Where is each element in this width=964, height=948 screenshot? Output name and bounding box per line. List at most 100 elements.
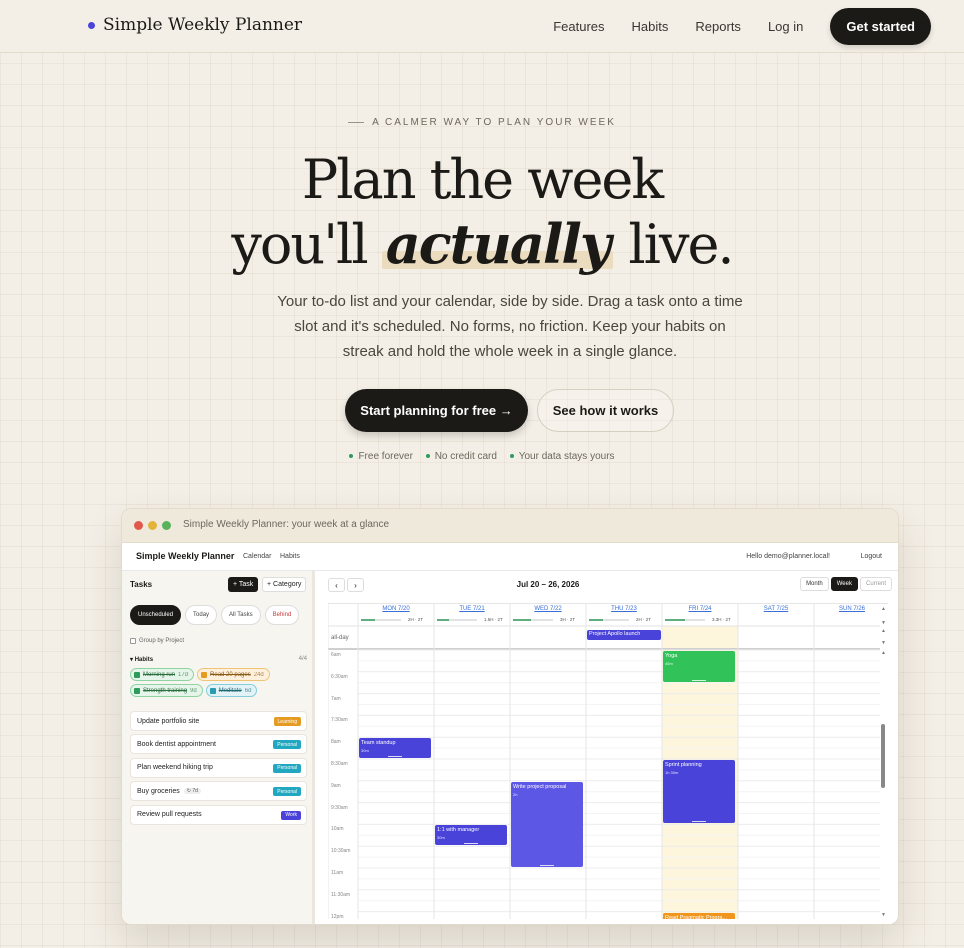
day-header[interactable]: THU 7/23 <box>586 606 662 612</box>
day-header[interactable]: WED 7/22 <box>510 606 586 612</box>
week-calendar: ‹ › Jul 20 – 26, 2026 Month Week Current… <box>318 571 898 924</box>
app-nav-calendar[interactable]: Calendar <box>243 553 271 560</box>
scroll-up-arrow-icon[interactable]: ▲ <box>881 628 886 634</box>
calendar-event[interactable]: 1:1 with manager 30m <box>435 825 507 846</box>
calendar-scrollbar[interactable] <box>881 724 885 788</box>
hour-label: 11:30am <box>331 891 351 898</box>
event-duration: 30m <box>437 835 445 841</box>
checkbox-checked-icon[interactable] <box>209 687 216 694</box>
scroll-down-arrow-icon[interactable]: ▼ <box>881 640 886 646</box>
view-current[interactable]: Current <box>859 577 892 591</box>
see-how-it-works-button[interactable]: See how it works <box>537 389 674 432</box>
app-brand[interactable]: Simple Weekly Planner <box>136 551 234 561</box>
event-title: Sprint planning <box>665 762 702 768</box>
calendar-event[interactable]: Yoga 45m <box>663 651 735 682</box>
title-pre: you'll <box>231 213 368 276</box>
task-item[interactable]: Book dentist appointment Personal <box>130 734 307 755</box>
view-week[interactable]: Week <box>830 577 858 591</box>
perk-text: No credit card <box>434 451 497 462</box>
add-task-button[interactable]: + Task <box>228 577 259 592</box>
day-header[interactable]: FRI 7/24 <box>662 606 738 612</box>
hour-label: 7:30am <box>331 717 348 724</box>
hour-label: 10am <box>331 826 344 833</box>
habit-name: Strength training <box>143 687 188 694</box>
group-by-project-toggle[interactable]: Group by Project <box>130 638 184 644</box>
nav-link-reports[interactable]: Reports <box>695 19 741 34</box>
hero-subtitle: Your to-do list and your calendar, side … <box>277 293 743 360</box>
checkbox-icon[interactable] <box>130 638 136 644</box>
start-planning-button[interactable]: Start planning for free → <box>345 389 528 432</box>
nav-link-habits[interactable]: Habits <box>632 19 669 34</box>
checkbox-checked-icon[interactable] <box>134 671 140 678</box>
get-started-button[interactable]: Get started <box>830 8 931 45</box>
task-title: Plan weekend hiking trip <box>137 764 213 772</box>
scroll-down-arrow-icon[interactable]: ▼ <box>881 912 886 918</box>
task-sidebar: Tasks + Task + Category Unscheduled Toda… <box>122 571 315 924</box>
day-header[interactable]: MON 7/20 <box>358 606 434 612</box>
day-load-summary: 2H · 2T <box>408 617 424 622</box>
habit-list: Morning run 17d Read 20 pages 24d Strength t… <box>130 668 310 697</box>
nav-link-features[interactable]: Features <box>553 19 604 34</box>
day-header[interactable]: SUN 7/26 <box>814 606 888 612</box>
hour-label: 11am <box>331 870 344 876</box>
perk: Your data stays yours <box>509 451 615 462</box>
all-day-event[interactable]: Project Apollo launch <box>587 630 661 640</box>
habits-label: Habits <box>134 657 154 663</box>
habit-chip[interactable]: Strength training 9d <box>130 684 203 697</box>
task-item[interactable]: Plan weekend hiking trip Personal <box>130 757 307 778</box>
nav-link-login[interactable]: Log in <box>768 19 803 34</box>
task-title: Review pull requests <box>137 811 202 819</box>
group-by-project-label: Group by Project <box>139 638 185 644</box>
user-greeting: Hello demo@planner.local! <box>746 553 830 560</box>
add-category-button[interactable]: + Category <box>262 577 307 592</box>
calendar-view-switch: Month Week Current <box>800 577 892 591</box>
habits-header[interactable]: ▾ Habits 4/4 <box>130 656 307 663</box>
calendar-event[interactable]: Write project proposal 2h <box>511 781 583 867</box>
hero-eyebrow: A CALMER WAY TO PLAN YOUR WEEK <box>0 117 964 128</box>
perk: Free forever <box>349 451 413 462</box>
checkbox-checked-icon[interactable] <box>134 687 140 694</box>
calendar-grid-lines <box>328 604 880 919</box>
filter-today[interactable]: Today <box>185 605 218 625</box>
filter-unscheduled[interactable]: Unscheduled <box>130 605 182 625</box>
checkbox-checked-icon[interactable] <box>201 671 208 678</box>
title-post: live. <box>628 213 734 276</box>
hour-label: 6am <box>331 652 341 658</box>
calendar-event[interactable]: Team standup 30m <box>359 738 431 758</box>
view-month[interactable]: Month <box>800 577 829 591</box>
sidebar-title: Tasks <box>130 580 153 589</box>
scroll-down-arrow-icon[interactable]: ▼ <box>881 620 886 626</box>
event-duration: 45m <box>665 661 673 666</box>
habit-chip[interactable]: Read 20 pages 24d <box>197 668 270 681</box>
app-nav: Simple Weekly Planner Calendar Habits He… <box>122 543 898 571</box>
task-item[interactable]: Update portfolio site Learning <box>130 711 307 731</box>
calendar-event[interactable]: Read Pragmatic Progra... <box>663 912 735 919</box>
task-title: Buy groceries <box>137 787 180 795</box>
day-header[interactable]: TUE 7/21 <box>434 606 510 612</box>
calendar-event[interactable]: Sprint planning 1h 30m <box>663 760 735 824</box>
hour-label: 10:30am <box>331 848 351 855</box>
task-item[interactable]: Review pull requests Work <box>130 804 307 825</box>
habit-chip[interactable]: Morning run 17d <box>130 668 195 681</box>
event-title: Read Pragmatic Progra... <box>665 914 728 919</box>
habit-chip[interactable]: Meditate 6d <box>205 684 258 697</box>
category-tag: Personal <box>273 740 301 750</box>
habit-name: Read 20 pages <box>210 671 251 678</box>
app-nav-habits[interactable]: Habits <box>280 553 300 560</box>
event-title: Write project proposal <box>513 783 567 790</box>
event-title: Yoga <box>665 653 678 659</box>
calendar-grid: all-day ▲ ▼ ▲ ▼ ▲ ▼ MON 7/20 2H · 2T TUE 7… <box>328 603 888 919</box>
eyebrow-rule <box>348 121 365 123</box>
calendar-range: Jul 20 – 26, 2026 <box>516 580 580 589</box>
day-header[interactable]: SAT 7/25 <box>738 606 814 612</box>
brand-dot-icon <box>88 21 95 29</box>
habit-streak: 17d <box>178 671 189 678</box>
brand[interactable]: Simple Weekly Planner <box>88 15 302 35</box>
scroll-up-arrow-icon[interactable]: ▲ <box>881 650 886 656</box>
task-filters: Unscheduled Today All Tasks Behind <box>130 605 300 625</box>
task-item[interactable]: Buy groceries ↻ 7d Personal <box>130 781 307 802</box>
filter-behind[interactable]: Behind <box>264 605 300 625</box>
logout-link[interactable]: Logout <box>861 553 882 560</box>
task-title: Book dentist appointment <box>137 740 216 748</box>
filter-all-tasks[interactable]: All Tasks <box>221 605 261 625</box>
